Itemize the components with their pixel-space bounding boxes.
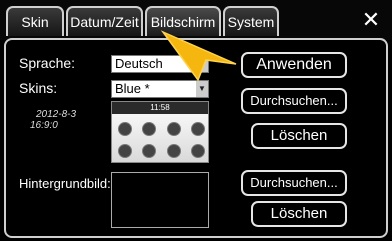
app-icon	[118, 122, 132, 136]
apply-button[interactable]: Anwenden	[241, 52, 347, 78]
language-label: Sprache:	[19, 55, 76, 71]
skin-ratio: 16:9:0	[30, 120, 58, 131]
close-icon[interactable]: ✕	[358, 7, 384, 33]
app-icon	[191, 144, 205, 158]
tab-skin[interactable]: Skin	[6, 6, 64, 36]
skin-preview: 11:58	[111, 101, 209, 163]
app-icon	[142, 144, 156, 158]
pointer-arrow-icon	[160, 30, 237, 82]
background-label: Hintergrundbild:	[19, 176, 111, 191]
app-icon	[167, 122, 181, 136]
preview-status-bar: 11:58	[112, 102, 208, 114]
delete-background-button[interactable]: Löschen	[251, 201, 347, 227]
skin-date: 2012-8-3	[36, 109, 77, 120]
app-icon	[142, 122, 156, 136]
app-icon	[118, 144, 132, 158]
tab-date-time[interactable]: Datum/Zeit	[66, 6, 143, 36]
preview-clock: 11:58	[150, 103, 170, 112]
browse-background-button[interactable]: Durchsuchen...	[241, 170, 347, 196]
skins-select[interactable]: Blue * ▼	[111, 80, 209, 98]
app-icon	[191, 122, 205, 136]
browse-skin-button[interactable]: Durchsuchen...	[241, 88, 347, 114]
delete-skin-button[interactable]: Löschen	[251, 123, 347, 149]
background-preview	[111, 172, 209, 228]
language-value: Deutsch	[115, 56, 163, 71]
chevron-down-icon[interactable]: ▼	[196, 81, 208, 97]
skins-value: Blue *	[115, 81, 150, 96]
app-icon	[167, 144, 181, 158]
skins-label: Skins:	[19, 80, 58, 96]
